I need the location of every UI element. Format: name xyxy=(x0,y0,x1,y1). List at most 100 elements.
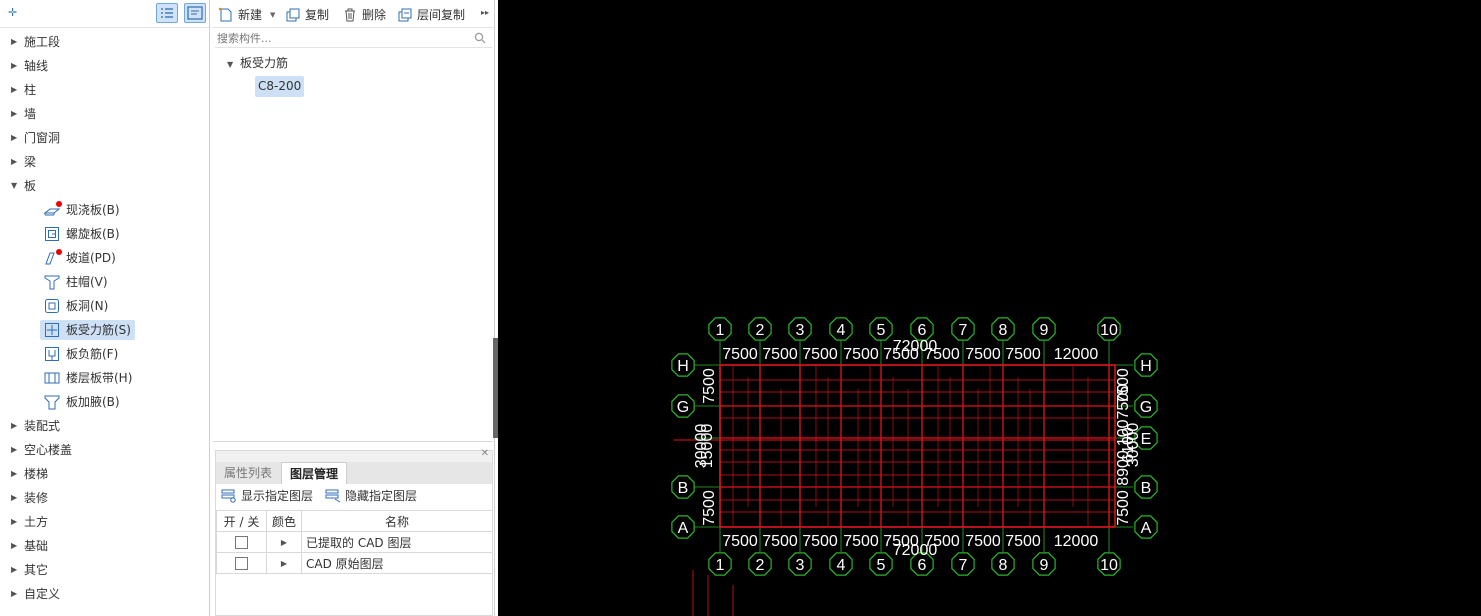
axis-bubble-bottom-2-label: 2 xyxy=(756,557,765,574)
chevron-down-icon[interactable]: ▼ xyxy=(270,0,275,30)
new-icon xyxy=(218,7,232,22)
tree-node-prefabricated[interactable]: ▶ 装配式 xyxy=(0,414,209,438)
tree-node-column[interactable]: ▶ 柱 xyxy=(0,78,209,102)
dimension-span-bottom: 7500 xyxy=(924,533,960,550)
tree-node-stairs[interactable]: ▶ 楼梯 xyxy=(0,462,209,486)
search-icon[interactable] xyxy=(474,32,486,44)
properties-tabs: 属性列表 图层管理 xyxy=(216,462,492,484)
tree-node-other[interactable]: ▶ 其它 xyxy=(0,558,209,582)
axis-bubble-bottom-3-label: 3 xyxy=(796,557,805,574)
tree-node-foundation[interactable]: ▶ 基础 xyxy=(0,534,209,558)
component-toolbar: 新建 ▼ 复制 删除 层间复制 ▸▸ xyxy=(213,0,494,28)
table-row[interactable]: ▶ CAD 原始图层 xyxy=(216,552,493,574)
chevron-right-icon[interactable]: ▶ xyxy=(11,30,17,54)
close-icon[interactable]: ✕ xyxy=(481,448,489,459)
chevron-right-icon[interactable]: ▶ xyxy=(11,582,17,606)
detail-view-icon[interactable] xyxy=(184,3,206,23)
chevron-down-icon[interactable]: ▼ xyxy=(227,60,233,69)
tree-item-ramp[interactable]: 坡道(PD) xyxy=(0,246,209,270)
chevron-right-icon[interactable]: ▶ xyxy=(11,534,17,558)
chevron-right-icon[interactable]: ▶ xyxy=(11,102,17,126)
axis-bubble-bottom-9-label: 9 xyxy=(1040,557,1049,574)
dimension-span-bottom: 7500 xyxy=(802,533,838,550)
layer-name: 已提取的 CAD 图层 xyxy=(301,531,493,553)
tree-item-slab-main-rebar[interactable]: 板受力筋(S) xyxy=(0,318,209,342)
tree-item-cast-slab[interactable]: 现浇板(B) xyxy=(0,198,209,222)
axis-bubble-bottom-5-label: 5 xyxy=(877,557,886,574)
axis-bubble-left-B-label: B xyxy=(678,480,689,497)
axis-bubble-right-G-label: G xyxy=(1140,399,1152,416)
tree-node-beam[interactable]: ▶ 梁 xyxy=(0,150,209,174)
chevron-down-icon[interactable]: ▼ xyxy=(11,174,17,198)
dimension-span-top: 7500 xyxy=(1005,346,1041,363)
chevron-right-icon[interactable]: ▶ xyxy=(11,54,17,78)
expand-all-icon[interactable]: ✛ xyxy=(8,6,17,19)
tab-property-list[interactable]: 属性列表 xyxy=(216,462,280,484)
toggle-cell xyxy=(216,552,267,574)
show-layer-icon xyxy=(221,489,236,503)
tree-node-slab-main-rebar-group[interactable]: ▼ 板受力筋 xyxy=(227,52,288,74)
tree-node-construction-stage[interactable]: ▶ 施工段 xyxy=(0,30,209,54)
component-item[interactable]: C8-200 xyxy=(255,76,305,97)
dimension-span-top: 7500 xyxy=(924,346,960,363)
dimension-span-bottom: 7500 xyxy=(722,533,758,550)
layer-checkbox[interactable] xyxy=(235,536,248,549)
dimension-span-top: 7500 xyxy=(722,346,758,363)
toggle-cell xyxy=(216,531,267,553)
more-chevron-icon[interactable]: ▸▸ xyxy=(481,8,489,17)
search-bar xyxy=(215,28,492,48)
chevron-right-icon[interactable]: ▶ xyxy=(11,414,17,438)
chevron-right-icon[interactable]: ▶ xyxy=(11,462,17,486)
tree-item-spiral-slab[interactable]: 螺旋板(B) xyxy=(0,222,209,246)
chevron-right-icon[interactable]: ▶ xyxy=(11,126,17,150)
cad-drawing-canvas[interactable]: 1 1 2 2 3 3 4 4 5 5 6 6 7 7 8 8 9 9 10 10 H H G G E B B A A 72000 7200… xyxy=(498,0,1481,616)
color-cell: ▶ xyxy=(266,531,302,553)
dimension-span-top: 7500 xyxy=(843,346,879,363)
hide-layers-button[interactable]: 隐藏指定图层 xyxy=(325,484,425,508)
dimension-span-bottom: 7500 xyxy=(965,533,1001,550)
dimension-right: 7500 xyxy=(1115,490,1132,526)
axis-bubble-top-10-label: 10 xyxy=(1100,322,1118,339)
chevron-right-icon[interactable]: ▶ xyxy=(11,510,17,534)
chevron-right-icon[interactable]: ▶ xyxy=(11,558,17,582)
tree-node-earthwork[interactable]: ▶ 土方 xyxy=(0,510,209,534)
chevron-right-icon[interactable]: ▶ xyxy=(11,78,17,102)
tree-node-custom[interactable]: ▶ 自定义 xyxy=(0,582,209,606)
tree-node-hollow-floor[interactable]: ▶ 空心楼盖 xyxy=(0,438,209,462)
tree-node-axis[interactable]: ▶ 轴线 xyxy=(0,54,209,78)
tree-item-slab-haunch[interactable]: 板加腋(B) xyxy=(0,390,209,414)
tree-item-slab-negative-rebar[interactable]: 板负筋(F) xyxy=(0,342,209,366)
chevron-right-icon[interactable]: ▶ xyxy=(11,438,17,462)
tree-node-slab[interactable]: ▼ 板 xyxy=(0,174,209,198)
search-input[interactable] xyxy=(217,29,467,47)
show-layers-button[interactable]: 显示指定图层 xyxy=(221,484,321,508)
chevron-right-icon[interactable]: ▶ xyxy=(281,559,287,568)
tree-item-column-cap[interactable]: 柱帽(V) xyxy=(0,270,209,294)
axis-bubble-top-7-label: 7 xyxy=(959,322,968,339)
copy-button[interactable]: 复制 xyxy=(285,0,333,28)
status-dot xyxy=(56,201,62,207)
tree-node-decoration[interactable]: ▶ 装修 xyxy=(0,486,209,510)
axis-bubble-right-E-label: E xyxy=(1141,431,1152,448)
axis-bubble-bottom-8-label: 8 xyxy=(999,557,1008,574)
table-row[interactable]: ▶ 已提取的 CAD 图层 xyxy=(216,531,493,553)
cad-drawing[interactable]: 1122334455667788991010H HG GEB BA A720007200… xyxy=(498,0,1481,616)
floor-copy-button[interactable]: 层间复制 xyxy=(397,0,469,28)
chevron-right-icon[interactable]: ▶ xyxy=(11,486,17,510)
layer-checkbox[interactable] xyxy=(235,557,248,570)
chevron-right-icon[interactable]: ▶ xyxy=(11,150,17,174)
tree-item-floor-slab-strip[interactable]: 楼层板带(H) xyxy=(0,366,209,390)
tab-layer-management[interactable]: 图层管理 xyxy=(281,462,348,484)
tree-node-wall[interactable]: ▶ 墙 xyxy=(0,102,209,126)
delete-button[interactable]: 删除 xyxy=(342,0,390,28)
new-button[interactable]: 新建 ▼ xyxy=(218,0,280,28)
floor-copy-icon xyxy=(398,8,412,22)
tree-node-door-window-opening[interactable]: ▶ 门窗洞 xyxy=(0,126,209,150)
tree-item-slab-hole[interactable]: 板洞(N) xyxy=(0,294,209,318)
dimension-span-bottom: 7500 xyxy=(883,533,919,550)
hide-layer-icon xyxy=(325,489,341,503)
list-view-icon[interactable] xyxy=(156,3,178,23)
chevron-right-icon[interactable]: ▶ xyxy=(281,538,287,547)
axis-bubble-left-A-label: A xyxy=(678,520,689,537)
slab-negative-rebar-icon xyxy=(45,347,59,361)
